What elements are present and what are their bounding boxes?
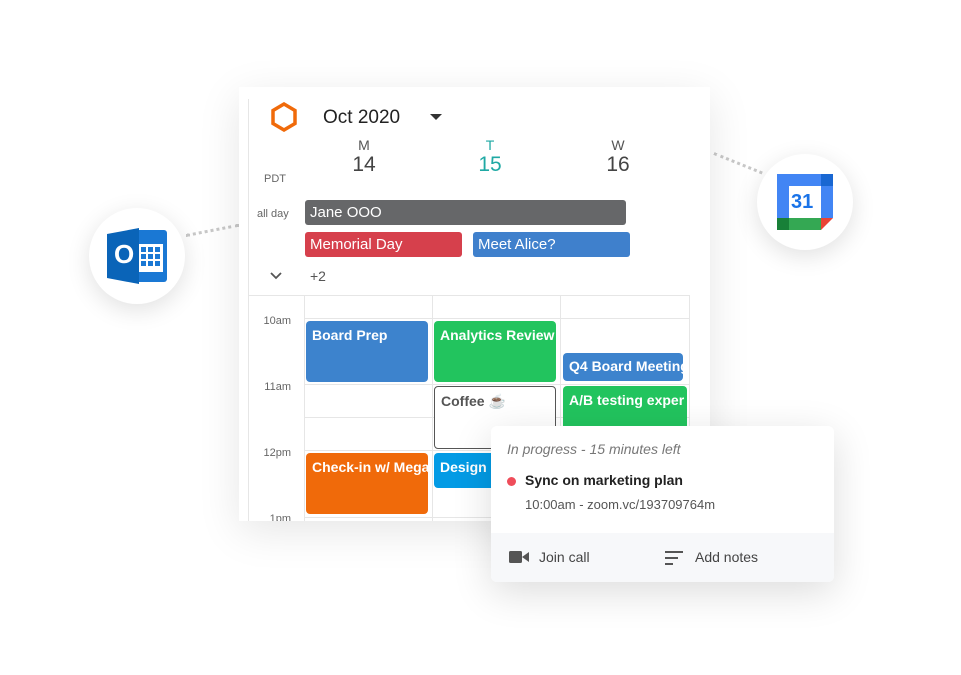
google-calendar-integration: 31 [757,154,853,250]
event-title: Q4 Board Meeting [569,358,683,374]
status-dot [507,477,516,486]
event-check-in[interactable]: Check-in w/ Mega [306,453,428,514]
allday-event-title: Meet Alice? [478,236,556,253]
event-popover: In progress - 15 minutes left Sync on ma… [491,426,834,582]
connector-line-left [185,223,240,237]
hour-label-10am: 10am [263,315,291,327]
event-q4-board-meeting[interactable]: Q4 Board Meeting [563,353,683,381]
event-title: A/B testing exper [569,392,685,408]
caret-down-icon[interactable] [429,113,443,121]
event-title: Check-in w/ Mega [312,459,428,475]
day-number: 16 [606,153,630,176]
event-board-prep[interactable]: Board Prep [306,321,428,382]
month-title[interactable]: Oct 2020 [323,107,400,129]
grid-column-line [304,295,305,521]
notes-lines-icon [665,551,683,565]
grid-line [304,318,689,319]
day-header-mon[interactable]: M 14 [344,137,384,177]
popover-event-details[interactable]: 10:00am - zoom.vc/193709764m [525,497,715,512]
add-notes-button[interactable]: Add notes [665,547,805,569]
popover-status: In progress - 15 minutes left [507,441,681,457]
grid-line [304,384,689,385]
more-events-count[interactable]: +2 [310,268,326,284]
allday-event-title: Memorial Day [310,236,403,253]
hour-label-11am: 11am [264,381,291,393]
day-letter: T [485,137,495,153]
app-logo-icon [271,102,297,132]
join-call-label: Join call [539,549,590,565]
allday-event-memorial-day[interactable]: Memorial Day [305,232,462,257]
allday-event-meet-alice[interactable]: Meet Alice? [473,232,630,257]
day-number: 15 [478,153,502,176]
join-call-button[interactable]: Join call [509,547,629,569]
grid-divider [248,295,689,296]
allday-event-jane-ooo[interactable]: Jane OOO [305,200,626,225]
grid-column-line [432,295,433,521]
connector-line-right [713,152,763,175]
event-title: Coffee ☕ [441,393,506,409]
day-letter: W [611,137,625,153]
allday-label: all day [257,208,289,220]
add-notes-label: Add notes [695,549,759,565]
event-title: Design [440,459,487,475]
outlook-letter: O [114,239,135,269]
day-header-wed[interactable]: W 16 [598,137,638,177]
timezone-label: PDT [264,173,286,185]
day-header-tue[interactable]: T 15 [470,137,510,177]
hour-label-1pm: 1pm [269,513,291,521]
video-camera-icon [509,551,529,563]
outlook-integration: O [89,208,185,304]
event-title: Analytics Review [440,327,555,343]
chevron-down-icon[interactable] [270,272,282,280]
allday-event-title: Jane OOO [310,204,382,221]
day-number: 14 [352,153,376,176]
popover-event-title[interactable]: Sync on marketing plan [525,472,683,488]
google-calendar-number: 31 [791,191,814,213]
day-letter: M [358,137,370,153]
popover-actions: Join call Add notes [491,533,834,582]
event-analytics-review[interactable]: Analytics Review [434,321,556,382]
hour-label-12pm: 12pm [263,447,291,459]
outlook-icon [107,228,167,284]
event-title: Board Prep [312,327,388,343]
